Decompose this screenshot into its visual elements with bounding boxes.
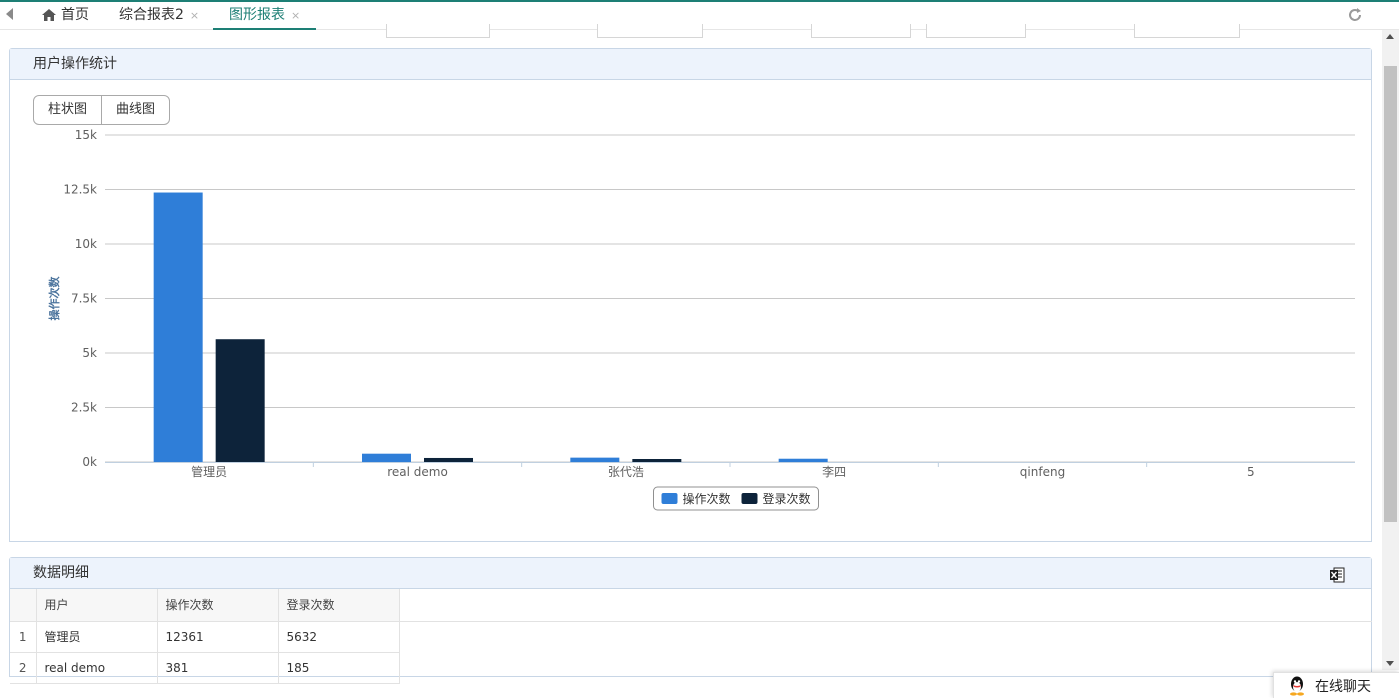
bar-1	[424, 457, 473, 462]
bar-0	[570, 457, 620, 462]
y-axis-title: 操作次数	[47, 276, 61, 321]
row-number: 1	[10, 621, 37, 653]
x-tick-label: 管理员	[191, 464, 227, 479]
y-tick-label: 2.5k	[71, 401, 97, 415]
y-tick-label: 15k	[75, 129, 97, 142]
column-header-logins[interactable]: 登录次数	[278, 589, 400, 622]
detail-table: 用户 操作次数 登录次数 1 管理员 12361 5632 2 real dem…	[10, 589, 400, 684]
cell-logins: 5632	[278, 621, 400, 653]
bar-1	[632, 459, 682, 462]
panel-title-text: 数据明细	[33, 565, 89, 581]
tab-report2-label: 综合报表2	[119, 7, 184, 23]
hidden-field[interactable]	[1134, 24, 1240, 38]
cell-ops: 381	[157, 652, 279, 684]
cell-user: 管理员	[36, 621, 158, 653]
tab-graph-report-label: 图形报表	[229, 7, 285, 23]
legend-swatch	[661, 493, 678, 504]
y-tick-label: 7.5k	[71, 292, 97, 306]
cell-user: real demo	[36, 652, 158, 684]
vertical-scrollbar[interactable]	[1382, 30, 1399, 670]
chart-type-toggle: 柱状图 曲线图	[33, 95, 171, 125]
bar-0	[153, 192, 203, 462]
x-tick-label: qinfeng	[1020, 465, 1065, 479]
excel-export-icon[interactable]	[1329, 564, 1345, 583]
cell-logins: 185	[278, 652, 400, 684]
hidden-field[interactable]	[386, 24, 490, 38]
x-tick-label: 5	[1247, 465, 1255, 479]
qq-penguin-icon	[1290, 676, 1304, 696]
cell-ops: 12361	[157, 621, 279, 653]
refresh-icon[interactable]	[1347, 7, 1363, 23]
table-header-row: 用户 操作次数 登录次数	[10, 589, 400, 622]
chat-label: 在线聊天	[1315, 678, 1371, 695]
scroll-up-icon[interactable]	[1386, 34, 1394, 39]
row-number: 2	[10, 652, 37, 684]
home-icon	[42, 4, 56, 30]
data-detail-panel: 数据明细 用户 操作次数 登录次数 1 管理员 12361 5632 2 rea…	[9, 557, 1372, 684]
panel-title: 数据明细	[10, 558, 1371, 589]
close-icon[interactable]: ×	[190, 9, 199, 22]
column-header-ops[interactable]: 操作次数	[157, 589, 279, 622]
y-tick-label: 10k	[75, 237, 97, 251]
table-divider	[400, 621, 1372, 622]
row-number-header	[10, 589, 37, 622]
chart-svg: 0k2.5k5k7.5k10k12.5k15k操作次数管理员 real demo 张…	[47, 128, 1355, 511]
bar-chart: 0k 2.5k 5k 7.5k 10k 12.5k 15k 操作次数 管理员 real demo 张…	[10, 128, 1371, 529]
legend-swatch	[741, 493, 758, 504]
column-header-user[interactable]: 用户	[36, 589, 158, 622]
close-icon[interactable]: ×	[291, 9, 300, 22]
tab-home[interactable]: 首页	[42, 2, 89, 30]
tab-report2[interactable]: 综合报表2 ×	[119, 2, 199, 30]
bar-1	[215, 339, 265, 462]
online-chat-button[interactable]: 在线聊天	[1273, 672, 1399, 698]
bar-chart-button[interactable]: 柱状图	[34, 96, 101, 124]
y-tick-label: 0k	[82, 455, 97, 469]
hidden-field[interactable]	[811, 24, 911, 38]
legend-label: 操作次数	[683, 491, 731, 506]
legend-label: 登录次数	[763, 491, 811, 506]
bar-0	[778, 458, 828, 462]
x-tick-label: real demo	[387, 465, 448, 479]
scrollbar-thumb[interactable]	[1384, 66, 1397, 522]
hidden-field[interactable]	[597, 24, 703, 38]
scroll-down-icon[interactable]	[1386, 661, 1394, 666]
line-chart-button[interactable]: 曲线图	[101, 96, 169, 124]
table-row[interactable]: 2 real demo 381 185	[10, 652, 400, 684]
tab-graph-report[interactable]: 图形报表 ×	[213, 2, 316, 30]
y-tick-label: 5k	[82, 346, 97, 360]
x-tick-label: 张代浩	[608, 465, 644, 479]
x-tick-label: 李四	[822, 464, 846, 479]
y-tick-label: 12.5k	[63, 183, 97, 197]
hidden-field[interactable]	[926, 24, 1026, 38]
bar-0	[362, 453, 411, 462]
tab-scroll-left-icon[interactable]	[4, 7, 20, 23]
table-row[interactable]: 1 管理员 12361 5632	[10, 621, 400, 653]
tab-home-label: 首页	[61, 7, 89, 23]
stats-panel: 用户操作统计 柱状图 曲线图 0k 2.5k 5k 7.5k 10k 12.5k 15k 操作…	[9, 48, 1372, 542]
panel-title: 用户操作统计	[10, 49, 1371, 80]
